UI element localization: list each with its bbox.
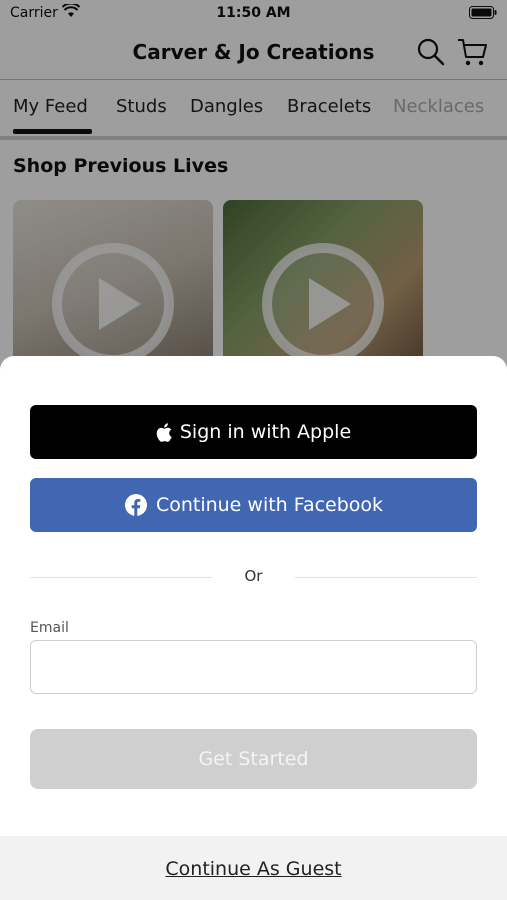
login-sheet: Sign in with Apple Continue with Faceboo… [0, 356, 507, 900]
facebook-button-label: Continue with Facebook [155, 494, 384, 516]
apple-button-label: Sign in with Apple [179, 421, 352, 443]
or-divider: Or [30, 567, 477, 589]
get-started-label: Get Started [198, 748, 309, 770]
or-label: Or [244, 567, 263, 585]
continue-with-facebook-button[interactable]: Continue with Facebook [30, 478, 477, 532]
email-label: Email [30, 620, 69, 636]
guest-bar: Continue As Guest [0, 836, 507, 900]
email-field[interactable] [30, 640, 477, 694]
divider-line [295, 577, 477, 578]
apple-icon [156, 422, 172, 442]
get-started-button[interactable]: Get Started [30, 729, 477, 789]
sign-in-with-apple-button[interactable]: Sign in with Apple [30, 405, 477, 459]
facebook-icon [124, 493, 148, 517]
continue-as-guest-link[interactable]: Continue As Guest [0, 858, 507, 880]
